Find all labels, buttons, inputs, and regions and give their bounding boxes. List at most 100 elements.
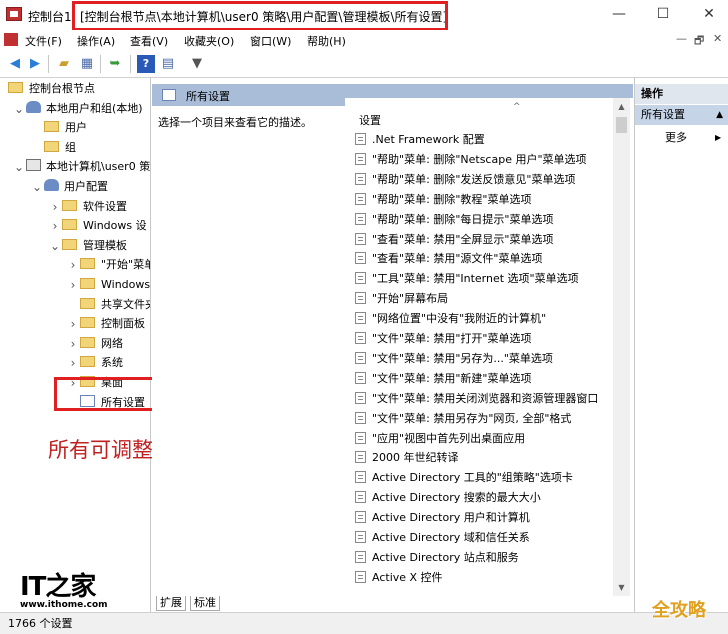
list-item[interactable]: Active Directory 搜索的最大大小 (355, 488, 541, 508)
list-item[interactable]: Active Directory 域和信任关系 (355, 528, 530, 548)
policy-setting-icon (355, 272, 366, 285)
tree-item-label: 组 (65, 140, 76, 154)
list-item[interactable]: Active X 控件 (355, 568, 443, 588)
chevron-down-icon[interactable]: ⌄ (14, 157, 24, 177)
chevron-down-icon[interactable]: ⌄ (50, 236, 60, 256)
chevron-right-icon[interactable]: › (68, 275, 78, 295)
policy-setting-icon (355, 471, 366, 484)
vertical-scrollbar[interactable]: ▲ ▼ (613, 98, 630, 596)
chevron-right-icon[interactable]: › (50, 216, 60, 236)
menu-window[interactable]: 窗口(W) (250, 33, 291, 49)
folder-icon (80, 356, 95, 368)
tab-standard[interactable]: 标准 (190, 596, 220, 611)
actions-section-all-settings[interactable]: 所有设置 ▲ (635, 105, 728, 125)
child-minimize-button[interactable]: — (676, 32, 687, 45)
child-restore-button[interactable]: 🗗 (694, 32, 704, 51)
tree-item[interactable]: 用户 (44, 118, 87, 138)
actions-more[interactable]: 更多 ▶ (665, 128, 721, 148)
tree-item[interactable]: › 网络 (71, 334, 123, 354)
menu-view[interactable]: 查看(V) (130, 33, 168, 49)
menu-help[interactable]: 帮助(H) (307, 33, 346, 49)
list-item[interactable]: Active Directory 工具的"组策略"选项卡 (355, 468, 573, 488)
policy-setting-icon (355, 292, 366, 305)
folder-icon (80, 297, 95, 309)
tree-item[interactable]: › 控制面板 (71, 314, 145, 334)
tree-item[interactable]: ⌄ 本地用户和组(本地) (14, 99, 143, 119)
list-item[interactable]: "帮助"菜单: 删除"教程"菜单选项 (355, 190, 531, 210)
scroll-down-icon[interactable]: ▼ (613, 579, 630, 596)
close-button[interactable]: ✕ (694, 4, 724, 24)
menu-action[interactable]: 操作(A) (77, 33, 115, 49)
column-header-settings[interactable]: 设置 (359, 112, 381, 128)
chevron-right-icon[interactable]: › (68, 255, 78, 275)
chevron-right-icon[interactable]: › (68, 353, 78, 373)
forward-arrow-icon[interactable]: ▶ (26, 55, 44, 73)
ithome-logo: IT之家 www.ithome.com (20, 566, 108, 610)
list-item[interactable]: "文件"菜单: 禁用关闭浏览器和资源管理器窗口 (355, 389, 598, 409)
list-item[interactable]: Active Directory 用户和计算机 (355, 508, 530, 528)
view-icon[interactable]: ▤ (159, 55, 177, 73)
show-tree-icon[interactable]: ▦ (78, 55, 96, 73)
tree-item[interactable]: › "开始"菜单 (71, 255, 150, 275)
chevron-down-icon[interactable]: ⌄ (14, 99, 24, 119)
list-item-label: Active Directory 工具的"组策略"选项卡 (372, 471, 573, 485)
list-item[interactable]: .Net Framework 配置 (355, 130, 485, 150)
tree-item-label: 控制台根节点 (29, 82, 95, 95)
list-item[interactable]: "文件"菜单: 禁用"新建"菜单选项 (355, 369, 531, 389)
list-item-label: "开始"屏幕布局 (372, 292, 449, 306)
chevron-down-icon[interactable]: ⌄ (32, 177, 42, 197)
policy-setting-icon (355, 511, 366, 524)
maximize-button[interactable]: ☐ (648, 4, 678, 24)
scroll-up-icon[interactable]: ▲ (613, 98, 630, 115)
child-close-button[interactable]: ✕ (713, 32, 722, 45)
list-item[interactable]: "应用"视图中首先列出桌面应用 (355, 429, 525, 449)
list-item[interactable]: "文件"菜单: 禁用"另存为..."菜单选项 (355, 349, 553, 369)
list-item[interactable]: 2000 年世纪转译 (355, 448, 459, 468)
tree-item[interactable]: › 系统 (71, 353, 123, 373)
tree-item[interactable]: 共享文件夹 (80, 295, 150, 315)
list-item-label: "文件"菜单: 禁用另存为"网页, 全部"格式 (372, 411, 572, 425)
export-icon[interactable]: ➥ (106, 55, 124, 73)
tab-extended[interactable]: 扩展 (156, 596, 186, 611)
filter-icon[interactable]: ▼ (188, 55, 206, 73)
minimize-button[interactable]: — (604, 4, 634, 24)
tree-item-label: Windows (101, 278, 151, 291)
menu-favorites[interactable]: 收藏夹(O) (184, 33, 234, 49)
list-item[interactable]: "网络位置"中没有"我附近的计算机" (355, 309, 546, 329)
list-item[interactable]: "查看"菜单: 禁用"源文件"菜单选项 (355, 249, 542, 269)
policy-setting-icon (355, 431, 366, 444)
help-icon[interactable]: ? (137, 55, 155, 73)
tree-item[interactable]: › Windows (71, 275, 151, 295)
scroll-thumb[interactable] (616, 117, 627, 133)
list-item[interactable]: "开始"屏幕布局 (355, 289, 448, 309)
list-item-label: Active X 控件 (372, 570, 443, 584)
list-item[interactable]: "文件"菜单: 禁用另存为"网页, 全部"格式 (355, 409, 571, 429)
list-item[interactable]: "帮助"菜单: 删除"Netscape 用户"菜单选项 (355, 150, 587, 170)
sort-ascending-icon[interactable]: ^ (513, 102, 521, 112)
back-arrow-icon[interactable]: ◀ (6, 55, 24, 73)
chevron-right-icon[interactable]: › (50, 197, 60, 217)
chevron-right-icon[interactable]: › (68, 334, 78, 354)
settings-list: ^ 设置 .Net Framework 配置 "帮助"菜单: 删除"Netscap… (345, 98, 633, 596)
list-item[interactable]: "工具"菜单: 禁用"Internet 选项"菜单选项 (355, 269, 579, 289)
list-item[interactable]: "查看"菜单: 禁用"全屏显示"菜单选项 (355, 230, 553, 250)
policy-setting-icon (355, 312, 366, 325)
tree-item[interactable]: ⌄ 用户配置 (32, 177, 108, 197)
list-item[interactable]: "文件"菜单: 禁用"打开"菜单选项 (355, 329, 531, 349)
list-item[interactable]: Active Directory 站点和服务 (355, 548, 519, 568)
policy-setting-icon (355, 172, 366, 185)
list-item[interactable]: "帮助"菜单: 删除"每日提示"菜单选项 (355, 210, 553, 230)
menu-file[interactable]: 文件(F) (25, 33, 62, 49)
tree-item[interactable]: › Windows 设 (53, 216, 147, 236)
collapse-up-icon[interactable]: ▲ (716, 105, 723, 125)
up-folder-icon[interactable]: ▰ (55, 55, 73, 73)
policy-setting-icon (355, 491, 366, 504)
tree-item[interactable]: ⌄ 本地计算机\user0 策 (14, 157, 150, 177)
tree-item[interactable]: › 软件设置 (53, 197, 127, 217)
chevron-right-icon[interactable]: › (68, 314, 78, 334)
tree-item[interactable]: 控制台根节点 (8, 79, 95, 99)
tree-item[interactable]: ⌄ 管理模板 (50, 236, 127, 256)
list-item[interactable]: "帮助"菜单: 删除"发送反馈意见"菜单选项 (355, 170, 575, 190)
tree-item[interactable]: 组 (44, 138, 76, 158)
title-bar: 控制台1 [控制台根节点\本地计算机\user0 策略\用户配置\管理模板\所有… (0, 0, 728, 31)
